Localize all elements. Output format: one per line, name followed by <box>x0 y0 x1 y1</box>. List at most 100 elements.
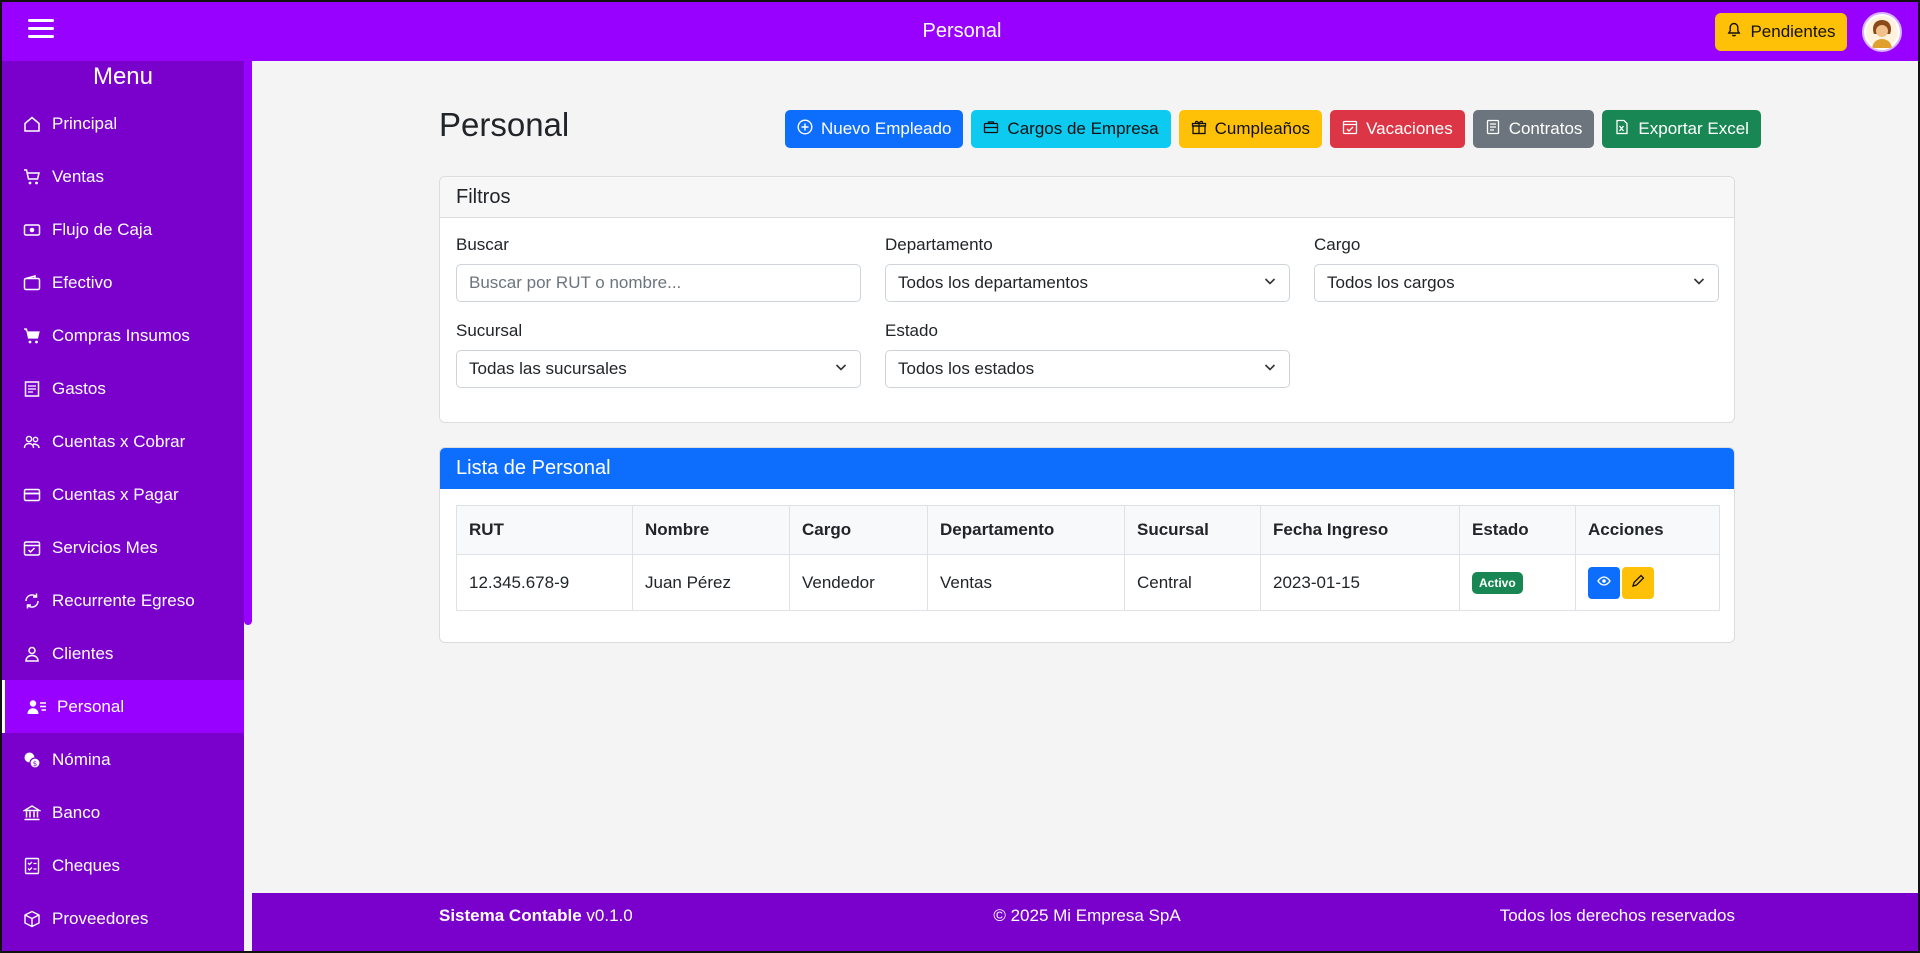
sidebar-item-nomina[interactable]: $ Nómina <box>2 733 244 786</box>
column-header-cargo[interactable]: Cargo <box>789 505 928 555</box>
main-content: Personal Nuevo Empleado Cargos de Empres… <box>252 61 1918 893</box>
sidebar-item-label: Cuentas x Cobrar <box>52 431 186 451</box>
user-avatar[interactable] <box>1862 12 1902 52</box>
sidebar-item-ventas[interactable]: Ventas <box>2 150 244 203</box>
topbar-title: Personal <box>922 20 1002 42</box>
sidebar-item-gastos[interactable]: Gastos <box>2 362 244 415</box>
sidebar-nav: Principal Ventas Flujo de Caja Efectivo … <box>2 97 244 945</box>
box-icon <box>22 909 42 929</box>
view-button[interactable] <box>1588 566 1620 599</box>
cargos-empresa-button[interactable]: Cargos de Empresa <box>971 110 1171 148</box>
sidebar-item-banco[interactable]: Banco <box>2 786 244 839</box>
chevron-down-icon <box>1263 273 1277 293</box>
sidebar-item-principal[interactable]: Principal <box>2 97 244 150</box>
cumpleanos-button[interactable]: Cumpleaños <box>1178 110 1323 148</box>
cargos-empresa-label: Cargos de Empresa <box>1007 119 1159 138</box>
column-header-acciones: Acciones <box>1575 505 1720 555</box>
column-header-departamento[interactable]: Departamento <box>927 505 1125 555</box>
pendientes-label: Pendientes <box>1750 22 1836 41</box>
briefcase-icon <box>983 119 999 140</box>
top-navbar: Personal Pendientes <box>2 2 1918 61</box>
estado-select[interactable]: Todos los estados <box>885 350 1290 388</box>
sucursal-select[interactable]: Todas las sucursales <box>456 350 861 388</box>
sidebar: Menu Principal Ventas Flujo de Caja Efec… <box>2 61 244 951</box>
cargo-select[interactable]: Todos los cargos <box>1314 264 1719 302</box>
sidebar-item-label: Flujo de Caja <box>52 219 153 239</box>
cell-sucursal: Central <box>1124 554 1261 611</box>
calendar-check-icon <box>1342 119 1358 140</box>
buscar-label: Buscar <box>456 235 509 254</box>
sidebar-item-recurrente-egreso[interactable]: Recurrente Egreso <box>2 574 244 627</box>
exportar-excel-label: Exportar Excel <box>1638 119 1749 138</box>
column-header-nombre[interactable]: Nombre <box>632 505 790 555</box>
sidebar-item-cuentas-x-cobrar[interactable]: Cuentas x Cobrar <box>2 415 244 468</box>
sidebar-item-label: Clientes <box>52 643 114 663</box>
column-header-estado[interactable]: Estado <box>1459 505 1576 555</box>
estado-value: Todos los estados <box>898 359 1035 378</box>
sidebar-item-flujo-de-caja[interactable]: Flujo de Caja <box>2 203 244 256</box>
estado-label: Estado <box>885 321 938 340</box>
credit-card-icon <box>22 485 42 505</box>
sidebar-item-compras-insumos[interactable]: Compras Insumos <box>2 309 244 362</box>
personal-table: RUT Nombre Cargo Departamento Sucursal F… <box>456 505 1720 611</box>
vacaciones-button[interactable]: Vacaciones <box>1330 110 1465 148</box>
vacaciones-label: Vacaciones <box>1366 119 1453 138</box>
person-lines-icon <box>27 697 47 717</box>
column-header-sucursal[interactable]: Sucursal <box>1124 505 1261 555</box>
wallet-icon <box>22 273 42 293</box>
sidebar-item-cheques[interactable]: Cheques <box>2 839 244 892</box>
sidebar-scrollbar[interactable] <box>244 61 252 625</box>
edit-button[interactable] <box>1622 566 1654 599</box>
refresh-icon <box>22 591 42 611</box>
column-header-fecha-ingreso[interactable]: Fecha Ingreso <box>1260 505 1460 555</box>
sidebar-item-label: Principal <box>52 113 118 133</box>
departamento-select[interactable]: Todos los departamentos <box>885 264 1290 302</box>
sidebar-item-label: Cheques <box>52 855 121 875</box>
sidebar-item-servicios-mes[interactable]: Servicios Mes <box>2 521 244 574</box>
sidebar-item-label: Banco <box>52 802 101 822</box>
exportar-excel-button[interactable]: Exportar Excel <box>1602 110 1761 148</box>
document-icon <box>1485 119 1501 140</box>
personal-list-card: Lista de Personal RUT Nombre Cargo Depar… <box>439 447 1735 643</box>
footer: Sistema Contable v0.1.0 © 2025 Mi Empres… <box>252 893 1918 951</box>
sidebar-item-label: Proveedores <box>52 908 149 928</box>
sucursal-value: Todas las sucursales <box>469 359 627 378</box>
coins-icon: $ <box>22 750 42 770</box>
chevron-down-icon <box>834 359 848 379</box>
sucursal-label: Sucursal <box>456 321 523 340</box>
sidebar-item-label: Personal <box>57 696 125 716</box>
nuevo-empleado-button[interactable]: Nuevo Empleado <box>785 110 964 148</box>
eye-icon <box>1597 573 1611 593</box>
sidebar-item-personal[interactable]: Personal <box>2 680 244 733</box>
sidebar-item-label: Efectivo <box>52 272 113 292</box>
app-window: Personal Pendientes Menu Principal Venta… <box>0 0 1920 953</box>
person-icon <box>22 644 42 664</box>
sidebar-item-label: Compras Insumos <box>52 325 190 345</box>
status-badge: Activo <box>1472 571 1523 594</box>
people-icon <box>22 432 42 452</box>
footer-rights: Todos los derechos reservados <box>1499 906 1735 925</box>
column-header-rut[interactable]: RUT <box>456 505 633 555</box>
cell-estado: Activo <box>1459 554 1576 611</box>
contratos-button[interactable]: Contratos <box>1472 110 1595 148</box>
cargo-label: Cargo <box>1314 235 1361 254</box>
sidebar-item-label: Cuentas x Pagar <box>52 484 179 504</box>
search-input-wrapper <box>456 264 861 302</box>
cell-acciones <box>1575 554 1720 611</box>
table-row[interactable]: 12.345.678-9 Juan Pérez Vendedor Ventas … <box>456 554 1720 611</box>
nuevo-empleado-label: Nuevo Empleado <box>821 119 952 138</box>
filters-header: Filtros <box>440 177 1734 218</box>
pendientes-button[interactable]: Pendientes <box>1715 13 1847 51</box>
sidebar-item-clientes[interactable]: Clientes <box>2 627 244 680</box>
sidebar-item-efectivo[interactable]: Efectivo <box>2 256 244 309</box>
cell-cargo: Vendedor <box>789 554 928 611</box>
sidebar-item-proveedores[interactable]: Proveedores <box>2 892 244 945</box>
bell-icon <box>1726 22 1742 43</box>
search-input[interactable] <box>469 273 848 293</box>
calendar-check-icon <box>22 538 42 558</box>
gift-icon <box>1191 119 1207 140</box>
home-icon <box>22 114 42 134</box>
sidebar-item-cuentas-x-pagar[interactable]: Cuentas x Pagar <box>2 468 244 521</box>
chevron-down-icon <box>1692 273 1706 293</box>
personal-list-header: Lista de Personal <box>440 448 1734 489</box>
